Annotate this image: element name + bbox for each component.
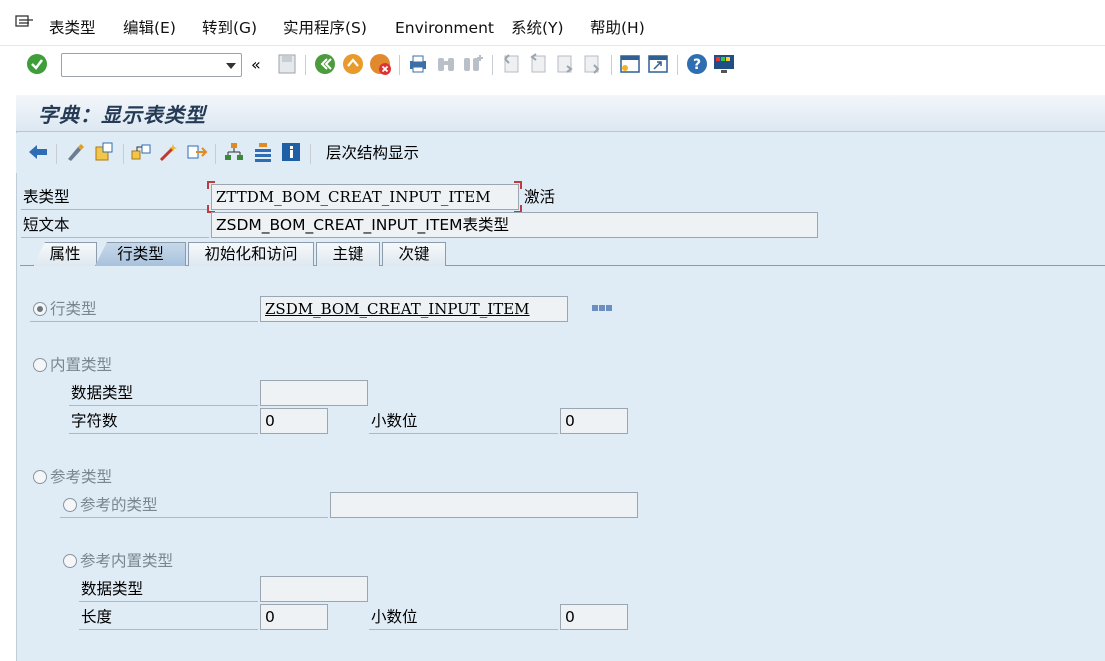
ref-data-type-label: 数据类型: [81, 580, 144, 598]
toolbar-separator: [399, 55, 400, 75]
ref-decimals-field[interactable]: 0: [560, 604, 628, 630]
short-text-field[interactable]: ZSDM_BOM_CREAT_INPUT_ITEM表类型: [211, 212, 818, 238]
find-next-icon[interactable]: [461, 52, 485, 76]
first-page-icon[interactable]: [499, 52, 523, 76]
ref-builtin-option-label: 参考内置类型: [80, 552, 174, 570]
data-type-field[interactable]: [260, 380, 368, 406]
history-back[interactable]: «: [251, 54, 261, 76]
info-icon[interactable]: [280, 141, 302, 163]
menu-edit[interactable]: 编辑(E): [123, 17, 176, 39]
label-underline: [369, 629, 558, 630]
label-underline: [60, 517, 328, 518]
ref-type-field[interactable]: [330, 492, 638, 518]
menu-table-type[interactable]: 表类型: [49, 17, 96, 39]
enter-icon[interactable]: [25, 52, 49, 76]
toolbar-separator: [123, 144, 124, 164]
next-page-icon[interactable]: [553, 52, 577, 76]
length-field[interactable]: 0: [260, 604, 328, 630]
menu-system[interactable]: 系统(Y): [511, 17, 564, 39]
label-underline: [21, 237, 209, 238]
command-field[interactable]: [61, 53, 242, 77]
tab-row-type[interactable]: 行类型: [95, 242, 186, 266]
where-used-icon[interactable]: [186, 141, 208, 163]
hierarchy-icon[interactable]: [223, 141, 245, 163]
short-text-label: 短文本: [23, 216, 70, 234]
label-underline: [79, 629, 258, 630]
menu-toggle-icon[interactable]: [15, 15, 35, 31]
label-underline: [30, 321, 258, 322]
toolbar-separator: [215, 144, 216, 164]
more-options-icon[interactable]: [592, 304, 612, 312]
cancel-icon[interactable]: [368, 52, 392, 76]
display-change-icon[interactable]: [64, 141, 86, 163]
ref-builtin-radio[interactable]: [63, 554, 77, 568]
ref-type-option-label: 参考的类型: [80, 496, 158, 514]
chevron-down-icon[interactable]: [226, 63, 236, 69]
tab-primary-key[interactable]: 主键: [316, 242, 380, 266]
check-icon[interactable]: [130, 141, 152, 163]
row-type-field[interactable]: ZSDM_BOM_CREAT_INPUT_ITEM: [260, 296, 568, 322]
tab-init-access[interactable]: 初始化和访问: [188, 242, 314, 266]
table-type-field[interactable]: ZTTDM_BOM_CREAT_INPUT_ITEM: [211, 184, 519, 210]
toolbar-separator: [677, 55, 678, 75]
object-list-icon[interactable]: [252, 141, 274, 163]
layout-icon[interactable]: [712, 52, 736, 76]
decimals-field[interactable]: 0: [560, 408, 628, 434]
reference-type-option-label: 参考类型: [50, 468, 113, 486]
prev-page-icon[interactable]: [526, 52, 550, 76]
toolbar-separator: [310, 144, 311, 164]
decimals-label: 小数位: [371, 412, 418, 430]
svg-text:?: ?: [693, 57, 701, 73]
shortcut-icon[interactable]: [646, 52, 670, 76]
builtin-type-option-label: 内置类型: [50, 356, 113, 374]
menu-help[interactable]: 帮助(H): [590, 17, 645, 39]
page-title: 字典：显示表类型: [38, 103, 206, 127]
ref-type-radio[interactable]: [63, 498, 77, 512]
save-icon[interactable]: [275, 52, 299, 76]
tab-secondary-key[interactable]: 次键: [382, 242, 446, 266]
row-type-option-label: 行类型: [50, 300, 97, 318]
data-type-label: 数据类型: [71, 384, 134, 402]
reference-type-radio[interactable]: [33, 470, 47, 484]
toolbar-separator: [305, 55, 306, 75]
last-page-icon[interactable]: [580, 52, 604, 76]
label-underline: [369, 433, 558, 434]
find-icon[interactable]: [434, 52, 458, 76]
print-icon[interactable]: [406, 52, 430, 76]
row-type-radio[interactable]: [33, 302, 47, 316]
ref-decimals-label: 小数位: [371, 608, 418, 626]
other-object-icon[interactable]: [93, 141, 115, 163]
toolbar-separator: [56, 144, 57, 164]
chars-field[interactable]: 0: [260, 408, 328, 434]
status-text: 激活: [524, 188, 556, 206]
focus-corner: [514, 181, 522, 189]
label-underline: [69, 433, 258, 434]
builtin-type-radio[interactable]: [33, 358, 47, 372]
new-session-icon[interactable]: [618, 52, 642, 76]
length-label: 长度: [81, 608, 113, 626]
label-underline: [21, 209, 209, 210]
menu-environment[interactable]: Environment: [395, 17, 494, 39]
arrow-left-icon[interactable]: [27, 141, 49, 163]
table-type-label: 表类型: [23, 188, 70, 206]
label-underline: [69, 405, 258, 406]
hierarchy-display-button[interactable]: 层次结构显示: [326, 142, 419, 164]
chars-label: 字符数: [71, 412, 118, 430]
toolbar-separator: [611, 55, 612, 75]
ref-data-type-field[interactable]: [260, 576, 368, 602]
help-icon[interactable]: ?: [685, 52, 709, 76]
menu-utilities[interactable]: 实用程序(S): [283, 17, 367, 39]
exit-icon[interactable]: [341, 52, 365, 76]
toolbar-separator: [492, 55, 493, 75]
focus-corner: [207, 181, 215, 189]
back-icon[interactable]: [313, 52, 337, 76]
label-underline: [79, 601, 258, 602]
menu-goto[interactable]: 转到(G): [202, 17, 257, 39]
activate-icon[interactable]: [158, 141, 180, 163]
